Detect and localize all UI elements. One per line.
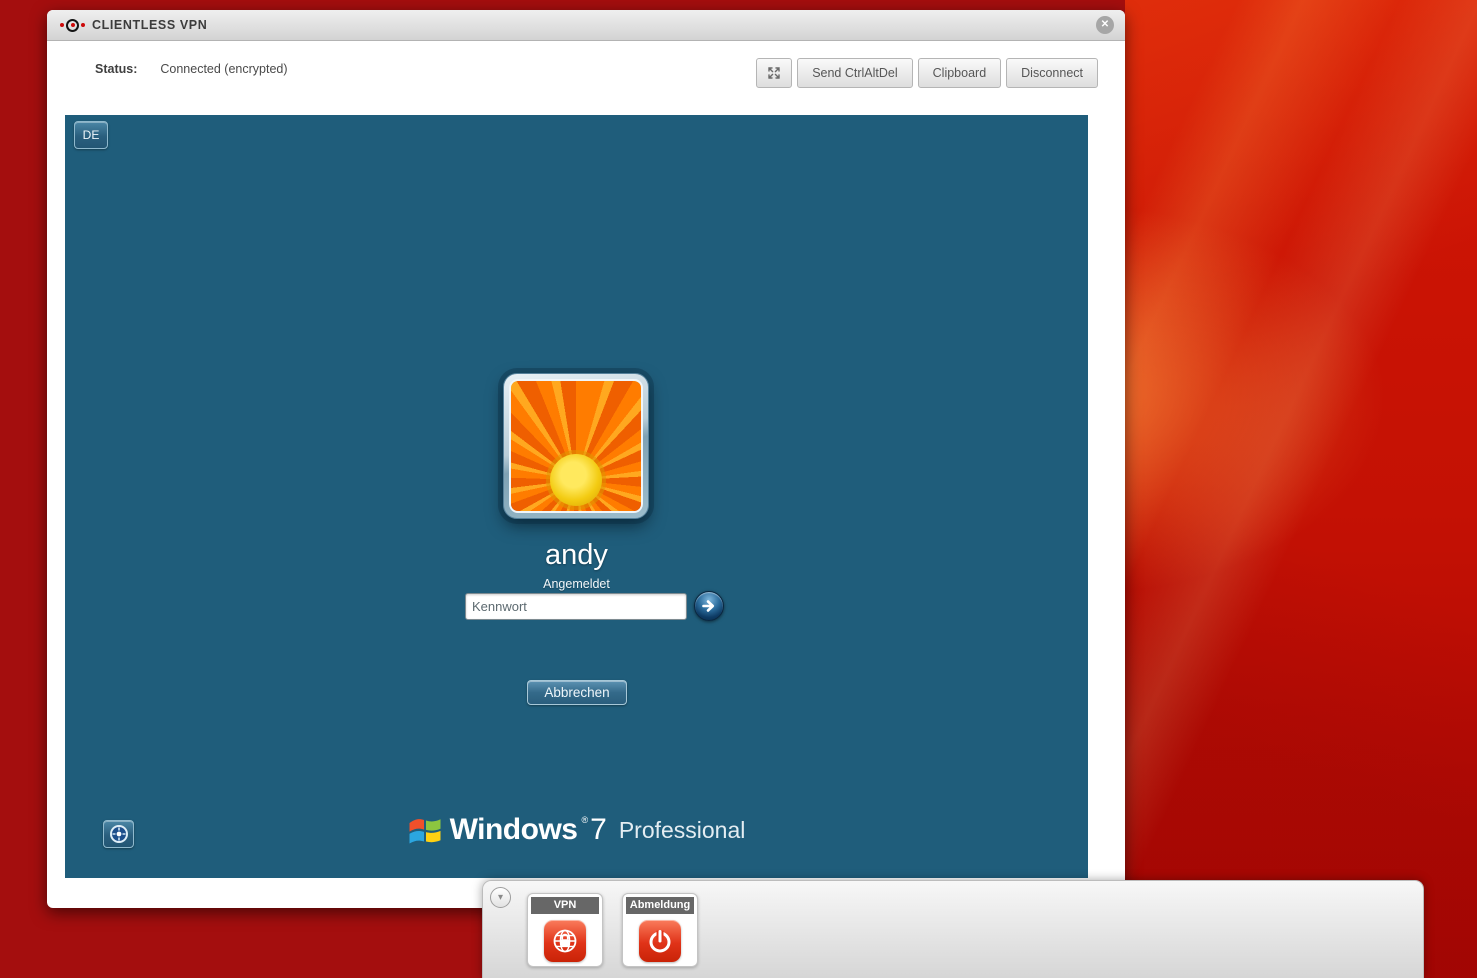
windows-flag-icon <box>408 814 442 846</box>
toolbar-tile-abmeldung[interactable]: Abmeldung <box>622 893 698 967</box>
abmeldung-tile-label: Abmeldung <box>626 897 694 914</box>
status-value: Connected (encrypted) <box>160 62 287 76</box>
window-titlebar: CLIENTLESS VPN ✕ <box>47 10 1125 41</box>
collapse-toolbar-button[interactable]: ▾ <box>490 887 511 908</box>
windows-version: 7 <box>590 813 607 847</box>
remote-desktop-screen: DE andy Angemeldet Abbrechen <box>65 115 1088 878</box>
vpn-logo-icon <box>60 19 85 32</box>
signed-in-status: Angemeldet <box>65 577 1088 591</box>
toolbar-tiles: VPN Abmeldung <box>527 893 698 967</box>
close-button[interactable]: ✕ <box>1096 16 1114 34</box>
username-label: andy <box>65 539 1088 572</box>
window-title: CLIENTLESS VPN <box>92 18 207 32</box>
connection-status: Status: Connected (encrypted) <box>95 62 288 76</box>
registered-mark: ® <box>581 815 588 825</box>
fullscreen-button[interactable] <box>756 58 792 88</box>
windows-wordmark: Windows <box>450 813 578 847</box>
close-icon: ✕ <box>1101 19 1109 30</box>
cancel-button[interactable]: Abbrechen <box>527 680 627 705</box>
power-icon <box>639 920 681 962</box>
avatar-flower-image <box>511 381 641 511</box>
user-avatar[interactable] <box>503 373 649 519</box>
session-controls: Send CtrlAltDel Clipboard Disconnect <box>756 58 1098 88</box>
windows-edition: Professional <box>619 817 746 844</box>
clientless-vpn-window: CLIENTLESS VPN ✕ Status: Connected (encr… <box>47 10 1125 908</box>
login-button[interactable] <box>694 591 724 621</box>
fullscreen-icon <box>767 66 781 80</box>
clipboard-button[interactable]: Clipboard <box>918 58 1002 88</box>
vpn-tile-label: VPN <box>531 897 599 914</box>
toolbar-tile-vpn[interactable]: VPN <box>527 893 603 967</box>
windows-branding: Windows®7 Professional <box>65 813 1088 847</box>
bottom-toolbar: ▾ VPN Abmeldung <box>482 880 1424 978</box>
password-input[interactable] <box>465 593 687 620</box>
keyboard-layout-button[interactable]: DE <box>74 121 108 149</box>
disconnect-button[interactable]: Disconnect <box>1006 58 1098 88</box>
password-row <box>465 591 724 621</box>
arrow-right-icon <box>701 598 717 614</box>
send-ctrl-alt-del-button[interactable]: Send CtrlAltDel <box>797 58 912 88</box>
chevron-down-icon: ▾ <box>498 892 503 903</box>
background-red-waves <box>1125 0 1477 978</box>
status-label: Status: <box>95 62 137 76</box>
vpn-globe-lock-icon <box>544 920 586 962</box>
